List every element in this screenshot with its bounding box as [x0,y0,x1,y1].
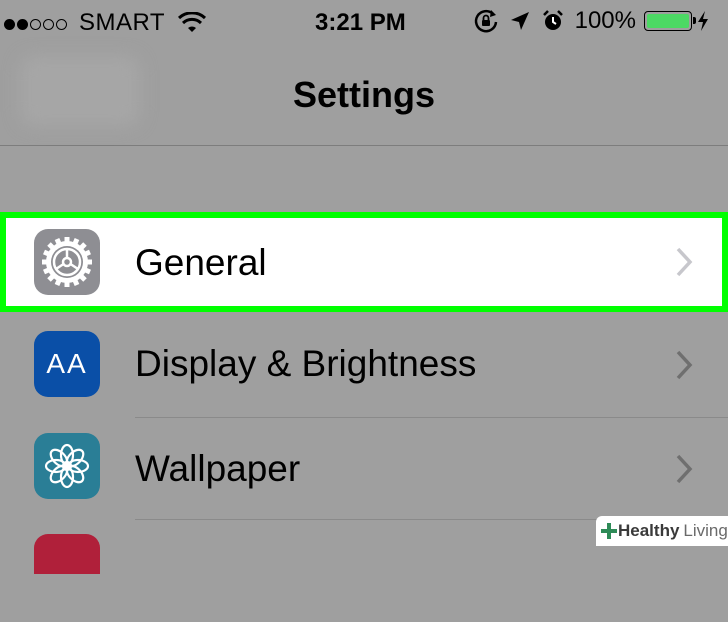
wifi-icon [178,12,207,32]
text-size-icon: AA [34,331,100,397]
watermark-brand: Healthy [618,521,680,540]
location-icon [510,12,529,30]
status-bar: SMART 3:21 PM 100% [0,0,728,46]
chevron-right-icon [676,454,693,484]
flower-icon [34,433,100,499]
settings-row-display-brightness[interactable]: AA Display & Brightness [0,316,728,418]
page-title: Settings [292,74,435,115]
status-right: 100% [473,7,720,35]
orientation-lock-icon [474,9,497,33]
settings-row-general[interactable]: General [0,212,728,312]
watermark: Healthy Living [596,516,728,546]
chevron-right-icon [676,247,693,277]
gear-icon [34,229,100,295]
chevron-right-icon [676,350,693,380]
row-label: Display & Brightness [135,343,477,384]
battery-icon [644,11,696,31]
navigation-bar: Settings [0,46,728,146]
status-left: SMART [4,9,207,37]
carrier-name: SMART [79,9,166,36]
charging-icon [698,11,708,31]
red-app-icon [34,534,100,574]
battery-level-fill [647,14,689,28]
status-time: 3:21 PM [315,9,406,36]
text-size-icon-glyph: AA [46,348,88,379]
watermark-suffix: Living [683,521,728,540]
battery-percent: 100% [574,7,636,34]
row-label: General [135,242,267,283]
row-label: Wallpaper [135,448,301,489]
plus-icon [601,523,617,539]
signal-strength-icon [4,9,69,37]
settings-row-wallpaper[interactable]: Wallpaper [0,418,728,520]
alarm-icon [542,10,563,30]
